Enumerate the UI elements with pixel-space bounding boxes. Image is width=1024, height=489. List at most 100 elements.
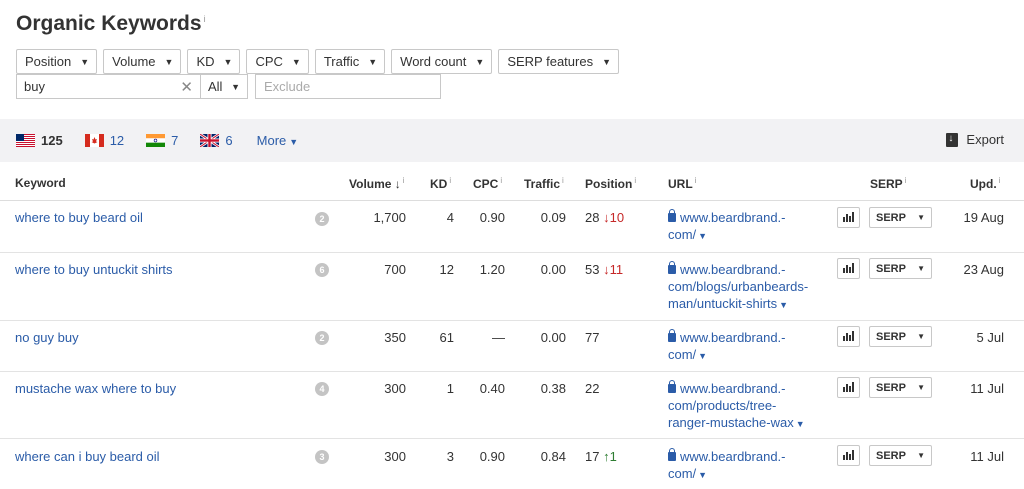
- in-flag-icon: [146, 134, 166, 147]
- updated-date: 23 Aug: [963, 262, 1005, 277]
- info-icon[interactable]: i: [500, 176, 502, 185]
- info-icon[interactable]: i: [449, 176, 451, 185]
- serp-features-badge[interactable]: 3: [315, 450, 329, 464]
- updated-date: 11 Jul: [970, 449, 1004, 464]
- position-value: 22: [585, 381, 600, 396]
- url-link[interactable]: www.beardbrand.- com/▼: [668, 448, 828, 484]
- country-bar: 125 12 7 6 More▼ Export: [0, 119, 1024, 162]
- updated-date: 11 Jul: [970, 381, 1004, 396]
- keyword-link[interactable]: no guy buy: [15, 330, 79, 345]
- col-volume[interactable]: Volume ↓ i: [349, 176, 405, 191]
- caret-down-icon: ▼: [917, 332, 925, 341]
- position-value: 28 ↓10: [585, 210, 625, 225]
- info-icon[interactable]: i: [634, 176, 636, 185]
- info-icon[interactable]: i: [999, 176, 1001, 185]
- caret-down-icon[interactable]: ▼: [698, 470, 707, 480]
- filter-kd[interactable]: KD ▼: [187, 49, 241, 74]
- filter-volume[interactable]: Volume ▼: [103, 49, 182, 74]
- keyword-link[interactable]: where to buy untuckit shirts: [15, 262, 173, 277]
- serp-features-badge[interactable]: 4: [315, 382, 329, 396]
- table-header: Keyword Volume ↓ i KD i CPC i Traffic i Posi…: [0, 162, 1024, 201]
- info-icon[interactable]: i: [204, 14, 206, 24]
- cpc-value: 0.90: [479, 210, 505, 225]
- serp-button[interactable]: SERP ▼: [869, 445, 932, 466]
- country-gb[interactable]: 6: [200, 133, 233, 148]
- caret-down-icon[interactable]: ▼: [796, 419, 805, 429]
- country-in[interactable]: 7: [146, 133, 178, 148]
- caret-down-icon: ▼: [917, 383, 925, 392]
- position-value: 17 ↑1: [585, 449, 617, 464]
- caret-down-icon[interactable]: ▼: [698, 351, 707, 361]
- serp-features-badge[interactable]: 2: [315, 212, 329, 226]
- col-url[interactable]: URL i: [668, 176, 696, 191]
- info-icon[interactable]: i: [905, 176, 907, 185]
- country-ca[interactable]: 12: [84, 133, 124, 148]
- kd-value: 1: [446, 381, 454, 396]
- col-updated[interactable]: Upd. i: [970, 176, 1000, 191]
- page-title: Organic Keywords i: [16, 12, 206, 35]
- url-link[interactable]: www.beardbrand.- com/products/tree-ranger…: [668, 380, 828, 433]
- serp-features-badge[interactable]: 2: [315, 331, 329, 345]
- traffic-value: 0.09: [540, 210, 566, 225]
- url-link[interactable]: www.beardbrand.- com/▼: [668, 209, 828, 245]
- lock-icon: [668, 329, 676, 342]
- chart-button[interactable]: [837, 377, 860, 398]
- match-mode-select[interactable]: All ▼: [201, 74, 248, 99]
- col-keyword[interactable]: Keyword: [15, 176, 66, 190]
- filter-serp-features[interactable]: SERP features ▼: [498, 49, 620, 74]
- cpc-value: 0.40: [479, 381, 505, 396]
- updated-date: 19 Aug: [963, 210, 1005, 225]
- info-icon[interactable]: i: [403, 176, 405, 185]
- col-kd[interactable]: KD i: [430, 176, 451, 191]
- chart-button[interactable]: [837, 445, 860, 466]
- serp-features-badge[interactable]: 6: [315, 263, 329, 277]
- chart-button[interactable]: [837, 326, 860, 347]
- export-button[interactable]: Export: [946, 132, 1004, 147]
- info-icon[interactable]: i: [695, 176, 697, 185]
- serp-button[interactable]: SERP ▼: [869, 377, 932, 398]
- caret-down-icon: ▼: [917, 264, 925, 273]
- chart-button[interactable]: [837, 258, 860, 279]
- country-us[interactable]: 125: [16, 133, 63, 148]
- search-row: buy ✕ All ▼ Exclude: [16, 74, 441, 99]
- us-flag-icon: [16, 134, 35, 147]
- traffic-value: 0.00: [540, 330, 566, 345]
- keyword-link[interactable]: mustache wax where to buy: [15, 381, 176, 396]
- keyword-link[interactable]: where to buy beard oil: [15, 210, 143, 225]
- lock-icon: [668, 380, 676, 393]
- cpc-value: 0.90: [479, 449, 505, 464]
- table-row: no guy buy 2 350 61 — 0.00 77 www.beardb…: [0, 321, 1024, 372]
- filter-word-count[interactable]: Word count ▼: [391, 49, 493, 74]
- caret-down-icon: ▼: [231, 81, 240, 92]
- caret-down-icon[interactable]: ▼: [779, 300, 788, 310]
- col-traffic[interactable]: Traffic i: [524, 176, 564, 191]
- exclude-input[interactable]: Exclude: [255, 74, 441, 99]
- url-link[interactable]: www.beardbrand.- com/▼: [668, 329, 828, 365]
- more-countries-button[interactable]: More ▼: [257, 133, 299, 148]
- info-icon[interactable]: i: [562, 176, 564, 185]
- url-link[interactable]: www.beardbrand.- com/blogs/urbanbeards-ma…: [668, 261, 828, 314]
- table-row: where to buy beard oil 2 1,700 4 0.90 0.…: [0, 201, 1024, 253]
- clear-icon[interactable]: ✕: [180, 78, 193, 96]
- keyword-link[interactable]: where can i buy beard oil: [15, 449, 160, 464]
- col-serp[interactable]: SERP i: [870, 176, 906, 191]
- filter-cpc[interactable]: CPC ▼: [246, 49, 309, 74]
- caret-down-icon: ▼: [223, 56, 233, 67]
- volume-value: 300: [384, 449, 406, 464]
- col-cpc[interactable]: CPC i: [473, 176, 502, 191]
- table-row: where can i buy beard oil 3 300 3 0.90 0…: [0, 439, 1024, 489]
- serp-button[interactable]: SERP ▼: [869, 326, 932, 347]
- caret-down-icon: ▼: [164, 56, 174, 67]
- chart-button[interactable]: [837, 207, 860, 228]
- serp-button[interactable]: SERP ▼: [869, 258, 932, 279]
- position-value: 77: [585, 330, 600, 345]
- col-position[interactable]: Position i: [585, 176, 636, 191]
- filter-position[interactable]: Position ▼: [16, 49, 98, 74]
- volume-value: 300: [384, 381, 406, 396]
- caret-down-icon[interactable]: ▼: [698, 231, 707, 241]
- position-down-indicator: ↓11: [603, 262, 624, 277]
- filter-traffic[interactable]: Traffic ▼: [314, 49, 386, 74]
- serp-button[interactable]: SERP ▼: [869, 207, 932, 228]
- kd-value: 61: [439, 330, 454, 345]
- search-input[interactable]: buy ✕: [16, 74, 201, 99]
